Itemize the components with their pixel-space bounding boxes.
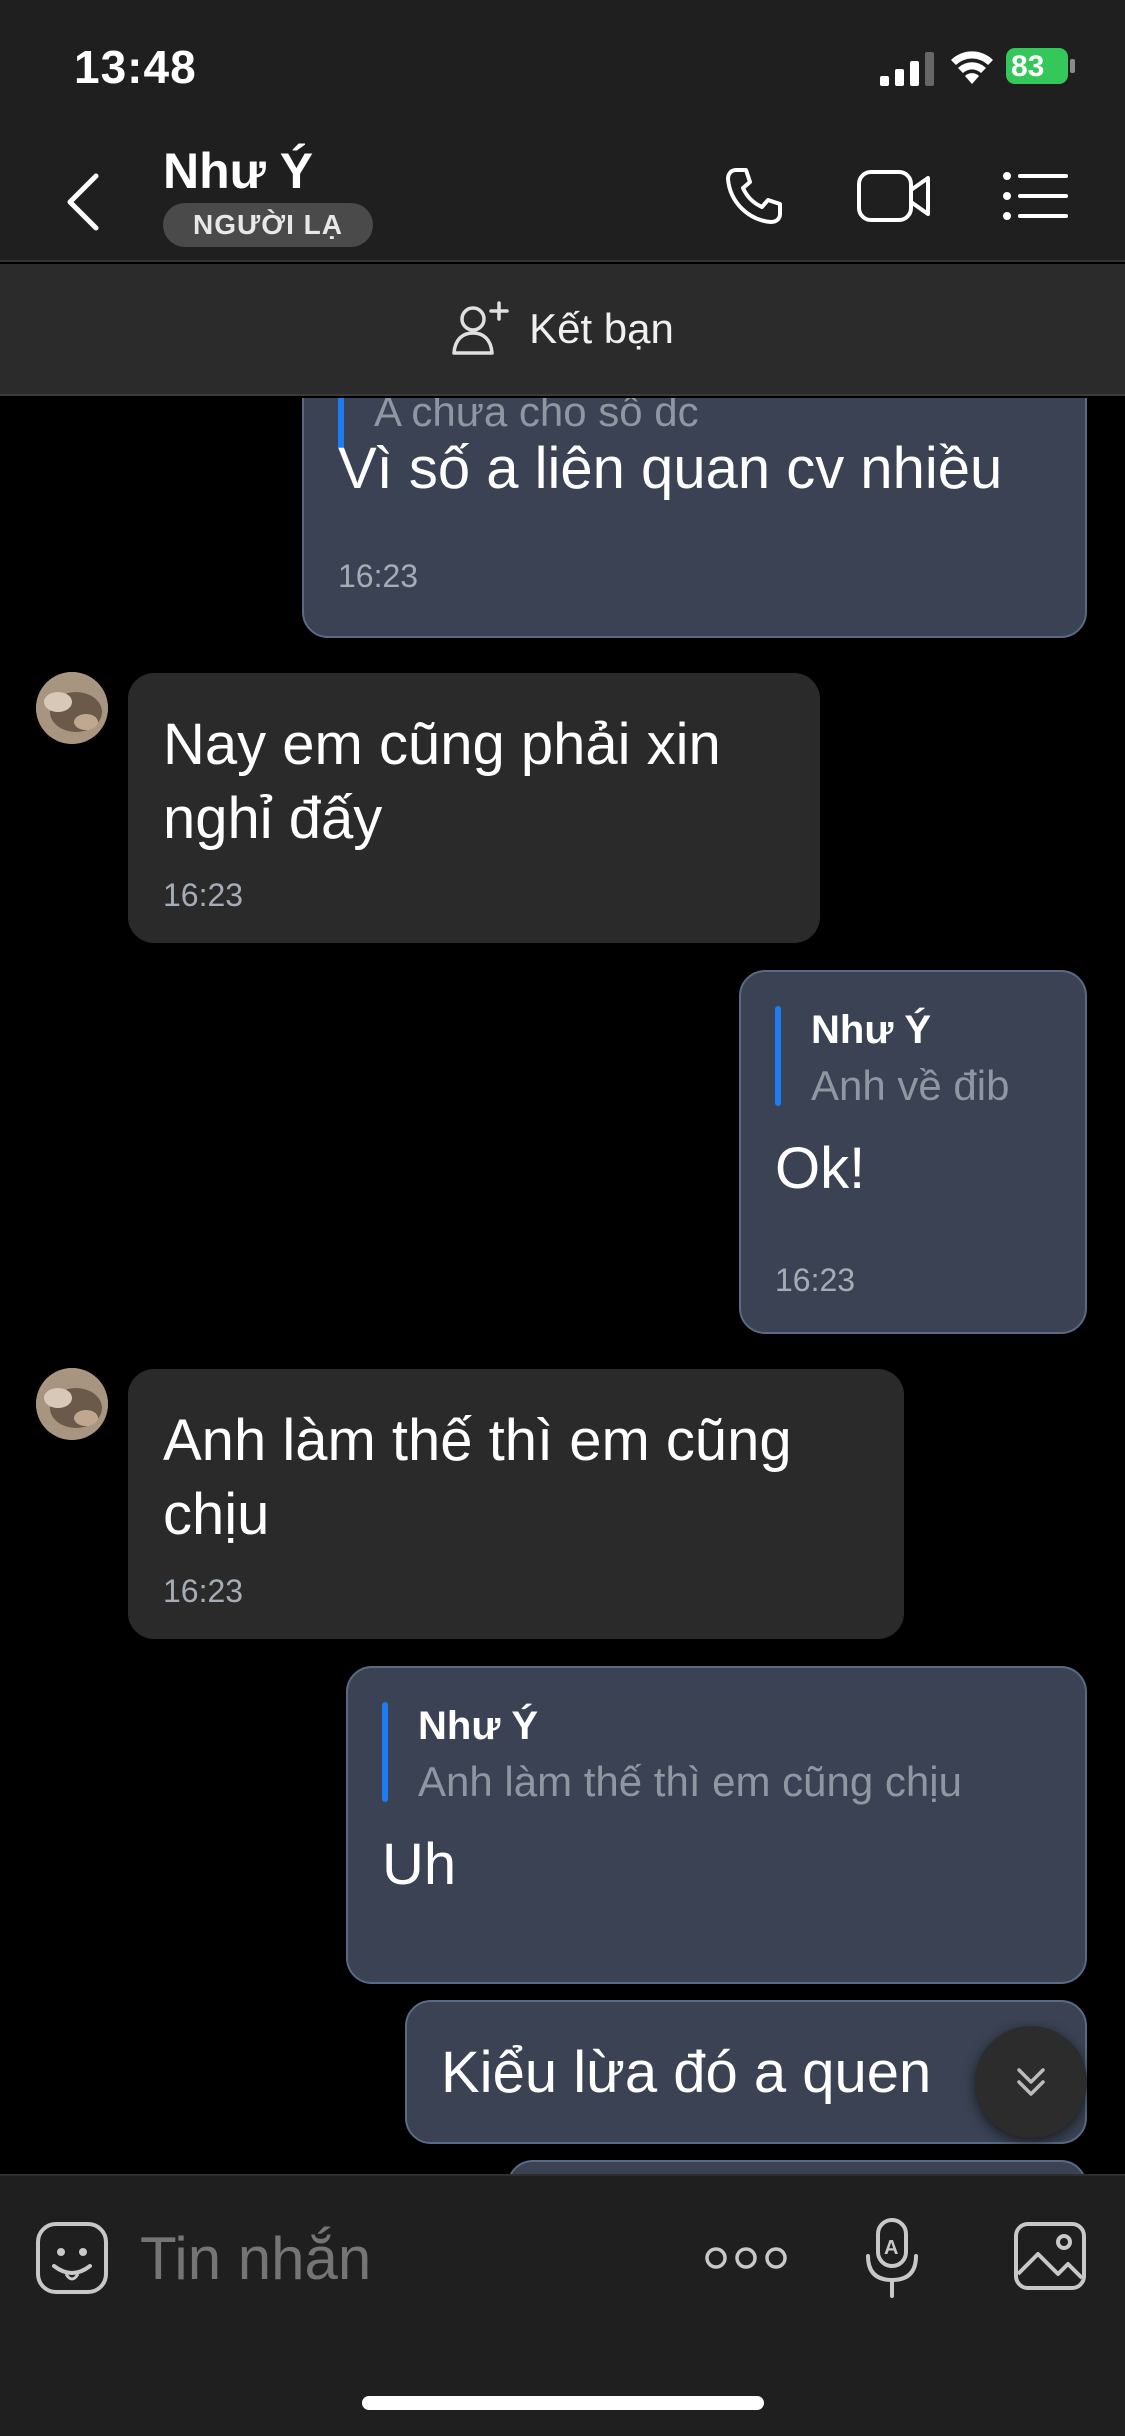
quoted-sender-name: Như Ý — [811, 1008, 932, 1052]
message-bubble-sent[interactable]: A chưa cho số dc Vì số a liên quan cv nh… — [302, 398, 1087, 638]
quote-accent-bar — [775, 1006, 781, 1106]
menu-list-button[interactable] — [1002, 170, 1068, 222]
add-friend-icon — [452, 301, 509, 355]
status-bar: 13:48 83 — [0, 0, 1125, 130]
message-time: 16:23 — [338, 558, 419, 594]
message-text: Uh — [382, 1832, 457, 1897]
message-bubble-sent[interactable]: Như Ý Anh làm thế thì em cũng chịu Uh — [346, 1666, 1087, 1984]
message-time: 16:23 — [163, 877, 244, 913]
message-time: 16:23 — [163, 1573, 244, 1609]
more-options-button[interactable] — [704, 2238, 788, 2278]
message-text-line: Anh làm thế thì em cũng — [163, 1408, 792, 1473]
status-time: 13:48 — [74, 41, 197, 93]
message-bubble-received[interactable]: Nay em cũng phải xin nghỉ đấy 16:23 — [128, 673, 820, 943]
message-text-line: Nay em cũng phải xin — [163, 712, 721, 777]
cellular-signal-icon — [880, 52, 934, 86]
chat-header: Như Ý NGƯỜI LẠ — [0, 130, 1125, 262]
message-bubble-sent[interactable] — [507, 2160, 1087, 2174]
voice-to-text-button[interactable]: A — [864, 2216, 920, 2300]
message-list[interactable]: A chưa cho số dc Vì số a liên quan cv nh… — [0, 398, 1125, 2174]
add-friend-label: Kết bạn — [529, 305, 674, 352]
wifi-icon — [951, 51, 993, 84]
image-picker-button[interactable] — [1012, 2220, 1088, 2292]
scroll-to-bottom-button[interactable] — [975, 2026, 1087, 2138]
quoted-sender-name: Như Ý — [418, 1704, 539, 1748]
message-text: Vì số a liên quan cv nhiều — [338, 436, 1003, 501]
message-text: Kiểu lừa đó a quen — [441, 2040, 932, 2105]
quote-accent-bar — [382, 1702, 388, 1802]
contact-name[interactable]: Như Ý — [163, 142, 313, 200]
contact-avatar[interactable] — [36, 672, 108, 744]
message-input[interactable] — [140, 2216, 660, 2300]
battery-level: 83 — [1011, 50, 1045, 83]
message-text-line: chịu — [163, 1482, 270, 1547]
quoted-message-text: Anh về đib — [811, 1062, 1010, 1109]
message-bubble-sent[interactable]: Như Ý Anh về đib Ok! 16:23 — [739, 970, 1087, 1334]
svg-text:A: A — [884, 2237, 898, 2259]
back-button[interactable] — [60, 170, 110, 234]
video-call-button[interactable] — [856, 166, 932, 226]
home-indicator — [362, 2396, 764, 2410]
voice-call-button[interactable] — [722, 164, 786, 228]
stranger-badge: NGƯỜI LẠ — [163, 203, 373, 247]
quoted-message-text: A chưa cho số dc — [374, 398, 699, 435]
message-text-line: nghỉ đấy — [163, 786, 383, 851]
add-friend-button[interactable]: Kết bạn — [0, 264, 1125, 396]
double-chevron-down-icon — [1017, 2068, 1045, 2096]
message-bubble-received[interactable]: Anh làm thế thì em cũng chịu 16:23 — [128, 1369, 904, 1639]
quoted-message-text: Anh làm thế thì em cũng chịu — [418, 1758, 962, 1805]
message-composer: A — [0, 2174, 1125, 2436]
contact-avatar[interactable] — [36, 1368, 108, 1440]
battery-icon: 83 — [1005, 46, 1077, 86]
sticker-emoji-button[interactable] — [34, 2220, 110, 2296]
message-time: 16:23 — [775, 1262, 856, 1298]
message-text: Ok! — [775, 1136, 866, 1201]
